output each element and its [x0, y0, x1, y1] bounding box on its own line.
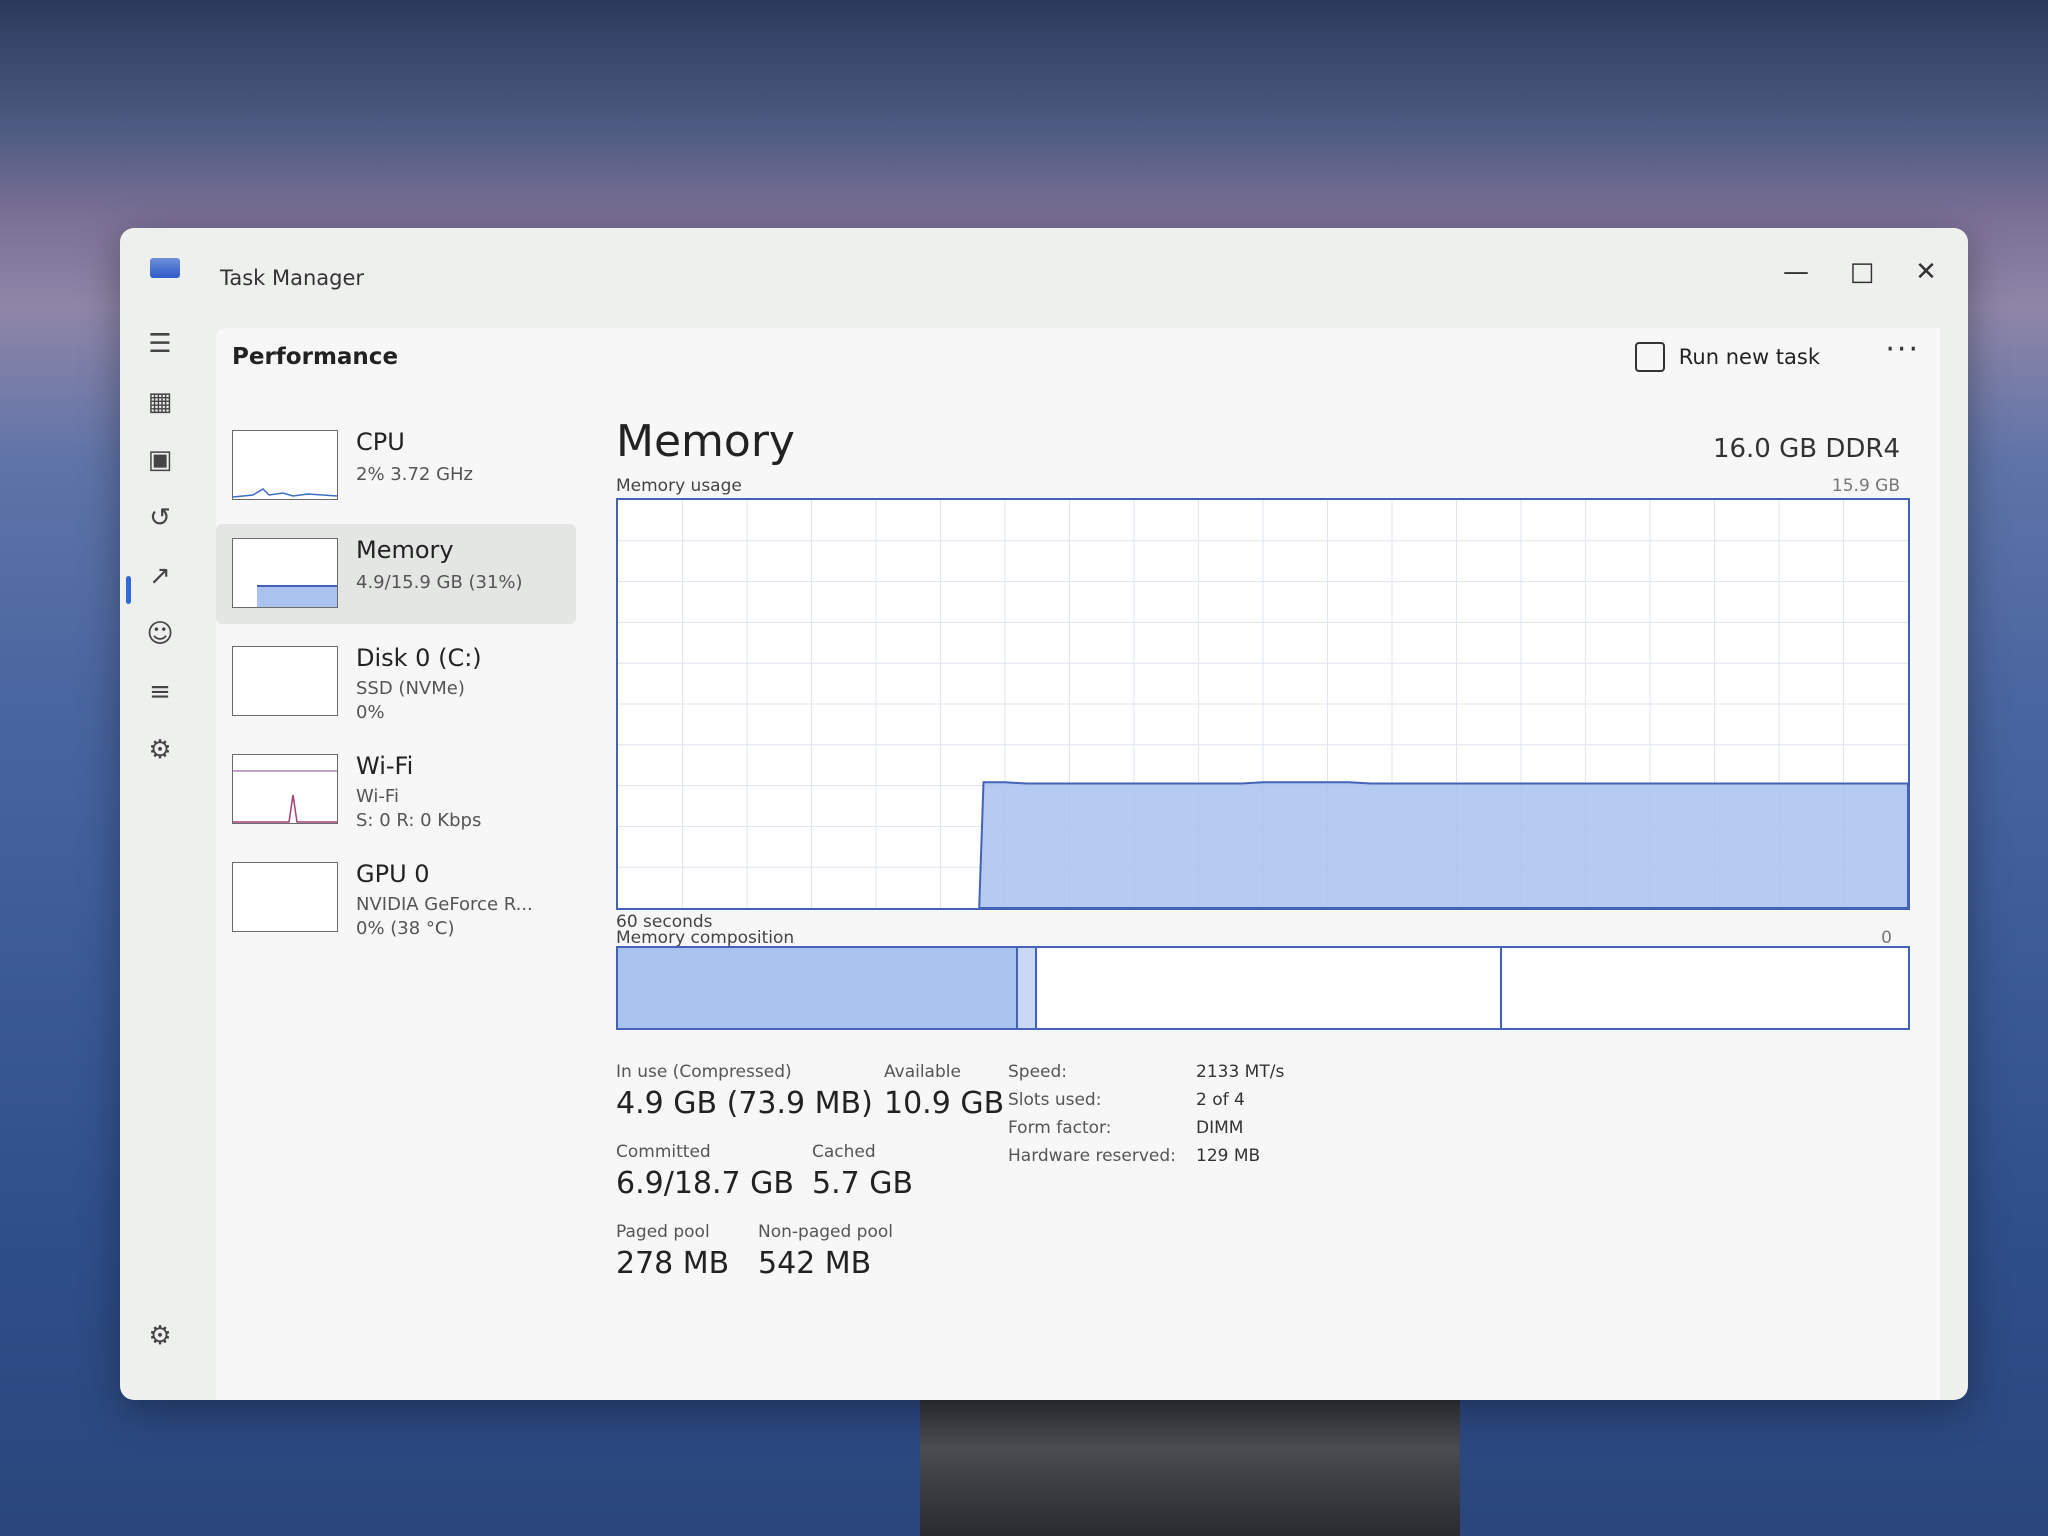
run-new-task-label: Run new task — [1678, 345, 1820, 369]
available-value: 10.9 GB — [884, 1086, 1005, 1121]
app-history-icon[interactable]: ↺ — [142, 500, 178, 536]
memory-thumbnail — [232, 538, 338, 608]
sidebar-item-name: GPU 0 — [356, 860, 430, 888]
sidebar-item-detail: NVIDIA GeForce R... — [356, 894, 533, 915]
composition-free[interactable] — [1501, 948, 1908, 1028]
sidebar-item-detail: Wi-Fi — [356, 786, 399, 807]
memory-usage-graph — [616, 498, 1910, 910]
sidebar-item-name: CPU — [356, 428, 405, 456]
performance-content: Performance Run new task ··· CPU 2% 3.72… — [216, 328, 1940, 1400]
window-title: Task Manager — [220, 266, 365, 290]
non-paged-pool-value: 542 MB — [758, 1246, 872, 1281]
run-new-task-button[interactable]: Run new task — [1634, 342, 1820, 372]
page-title: Performance — [232, 344, 399, 370]
paged-pool-label: Paged pool — [616, 1222, 710, 1242]
composition-in-use[interactable] — [618, 948, 1018, 1028]
sidebar-item-detail: 4.9/15.9 GB (31%) — [356, 572, 523, 593]
speed-label: Speed: — [1008, 1062, 1068, 1082]
available-label: Available — [884, 1062, 961, 1082]
memory-spec: 16.0 GB DDR4 — [1712, 434, 1900, 464]
sidebar-item-detail-2: S: 0 R: 0 Kbps — [356, 810, 482, 831]
startup-apps-icon[interactable]: ↗ — [142, 558, 178, 594]
close-button[interactable]: ✕ — [1904, 254, 1948, 290]
more-options-icon[interactable]: ··· — [1885, 332, 1920, 367]
slots-used-value: 2 of 4 — [1196, 1090, 1245, 1110]
details-icon[interactable]: ≡ — [142, 674, 178, 710]
paged-pool-value: 278 MB — [616, 1246, 730, 1281]
memory-usage-label: Memory usage — [616, 476, 742, 496]
memory-usage-area — [978, 781, 1909, 909]
composition-standby[interactable] — [1037, 948, 1502, 1028]
sidebar-item-detail: 2% 3.72 GHz — [356, 464, 474, 485]
sidebar-item-detail-2: 0% (38 °C) — [356, 918, 455, 939]
settings-icon[interactable]: ⚙ — [142, 1318, 178, 1354]
committed-value: 6.9/18.7 GB — [616, 1166, 794, 1201]
memory-title: Memory — [616, 416, 795, 467]
wifi-thumbnail — [232, 754, 338, 824]
cached-label: Cached — [812, 1142, 876, 1162]
sidebar-item-disk[interactable]: Disk 0 (C:) SSD (NVMe) 0% — [216, 632, 576, 732]
hardware-reserved-label: Hardware reserved: — [1008, 1146, 1176, 1166]
sidebar-item-detail-2: 0% — [356, 702, 385, 723]
hamburger-menu-icon[interactable]: ☰ — [142, 326, 178, 362]
memory-thumb-fill — [257, 585, 337, 607]
form-factor-label: Form factor: — [1008, 1118, 1112, 1138]
memory-panel: Memory 16.0 GB DDR4 Memory usage 15.9 GB… — [616, 416, 1920, 1400]
sidebar-item-memory[interactable]: Memory 4.9/15.9 GB (31%) — [216, 524, 576, 624]
gpu-thumbnail — [232, 862, 338, 932]
disk-thumbnail — [232, 646, 338, 716]
sidebar-item-name: Disk 0 (C:) — [356, 644, 482, 672]
memory-usage-svg — [618, 500, 1909, 909]
memory-composition-label: Memory composition — [616, 928, 795, 948]
active-indicator — [126, 576, 131, 604]
task-manager-icon — [150, 258, 180, 278]
sidebar-item-name: Wi-Fi — [356, 752, 414, 780]
cpu-thumb-graph — [233, 488, 337, 498]
nav-rail: ☰ ▦ ▣ ↺ ↗ ☺ ≡ ⚙ ⚙ — [120, 318, 200, 1400]
maximize-button[interactable]: □ — [1840, 254, 1884, 290]
performance-icon[interactable]: ▣ — [142, 442, 178, 478]
cpu-thumbnail — [232, 430, 338, 500]
run-task-icon — [1634, 342, 1665, 372]
sidebar-item-wifi[interactable]: Wi-Fi Wi-Fi S: 0 R: 0 Kbps — [216, 740, 576, 840]
memory-composition-bar — [616, 946, 1910, 1030]
sidebar-item-name: Memory — [356, 536, 454, 564]
processes-icon[interactable]: ▦ — [142, 384, 178, 420]
cached-value: 5.7 GB — [812, 1166, 914, 1201]
task-manager-window: Task Manager — □ ✕ ☰ ▦ ▣ ↺ ↗ ☺ ≡ ⚙ ⚙ Per… — [120, 228, 1968, 1400]
resource-list: CPU 2% 3.72 GHz Memory 4.9/15.9 GB (31%)… — [216, 416, 576, 956]
slots-used-label: Slots used: — [1008, 1090, 1102, 1110]
monitor-stand — [920, 1390, 1460, 1536]
in-use-label: In use (Compressed) — [616, 1062, 792, 1082]
usage-max-label: 15.9 GB — [1831, 476, 1900, 496]
sidebar-item-gpu[interactable]: GPU 0 NVIDIA GeForce R... 0% (38 °C) — [216, 848, 576, 948]
zero-label: 0 — [1881, 928, 1892, 948]
composition-modified[interactable] — [1017, 948, 1038, 1028]
minimize-button[interactable]: — — [1774, 254, 1818, 290]
users-icon[interactable]: ☺ — [142, 616, 178, 652]
sidebar-item-cpu[interactable]: CPU 2% 3.72 GHz — [216, 416, 576, 516]
title-bar: Task Manager — □ ✕ — [120, 228, 1968, 318]
non-paged-pool-label: Non-paged pool — [758, 1222, 893, 1242]
in-use-value: 4.9 GB (73.9 MB) — [616, 1086, 873, 1121]
form-factor-value: DIMM — [1196, 1118, 1244, 1138]
speed-value: 2133 MT/s — [1196, 1062, 1285, 1082]
sidebar-item-detail: SSD (NVMe) — [356, 678, 465, 699]
committed-label: Committed — [616, 1142, 711, 1162]
wifi-thumb-graph — [233, 770, 337, 823]
hardware-reserved-value: 129 MB — [1196, 1146, 1261, 1166]
services-icon[interactable]: ⚙ — [142, 732, 178, 768]
